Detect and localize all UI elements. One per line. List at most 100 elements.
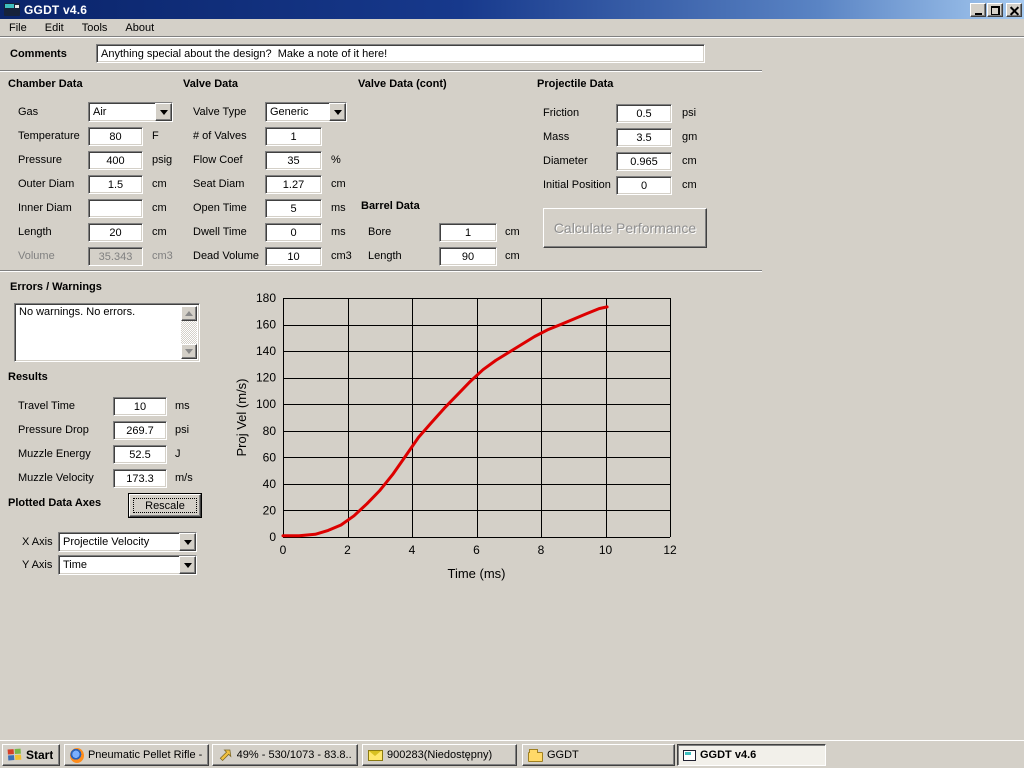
seat-diam-input[interactable] [265, 175, 322, 194]
valve-type-label: Valve Type [193, 106, 246, 118]
inner-diam-input[interactable] [88, 199, 143, 218]
svg-text:0: 0 [280, 543, 287, 557]
valve-type-value: Generic [266, 103, 329, 121]
y-axis-value: Time [59, 556, 179, 574]
valve-data-header: Valve Data [183, 78, 238, 90]
valve-type-dropdown-button[interactable] [329, 103, 346, 121]
dwell-time-input[interactable] [265, 223, 322, 242]
gas-select[interactable]: Air [88, 102, 173, 122]
task-ggdt-active[interactable]: GGDT v4.6 [677, 744, 826, 766]
x-axis-dropdown-button[interactable] [179, 533, 196, 551]
svg-text:12: 12 [663, 543, 677, 557]
flow-coef-label: Flow Coef [193, 154, 243, 166]
task-label: Pneumatic Pellet Rifle -... [88, 749, 203, 761]
muzzle-energy-unit: J [175, 448, 181, 460]
diameter-input[interactable] [616, 152, 672, 171]
svg-text:0: 0 [269, 530, 276, 544]
velocity-time-chart: 024681012020406080100120140160180Time (m… [230, 285, 690, 585]
initial-position-label: Initial Position [543, 179, 611, 191]
bore-input[interactable] [439, 223, 497, 242]
download-icon [218, 748, 233, 763]
comments-label: Comments [10, 48, 67, 60]
mass-input[interactable] [616, 128, 672, 147]
x-axis-select[interactable]: Projectile Velocity [58, 532, 197, 552]
arrow-down-icon [185, 349, 193, 354]
num-valves-input[interactable] [265, 127, 322, 146]
svg-text:10: 10 [599, 543, 613, 557]
valve-type-select[interactable]: Generic [265, 102, 347, 122]
folder-icon [528, 752, 543, 762]
svg-text:2: 2 [344, 543, 351, 557]
svg-text:Time (ms): Time (ms) [447, 566, 505, 581]
barrel-length-label: Length [368, 250, 402, 262]
task-download-progress[interactable]: 49% - 530/1073 - 83.8... [212, 744, 358, 766]
calculate-performance-button[interactable]: Calculate Performance [543, 208, 707, 248]
svg-text:180: 180 [256, 291, 276, 305]
chevron-down-icon [184, 540, 192, 545]
projectile-data-header: Projectile Data [537, 78, 613, 90]
outer-diam-unit: cm [152, 178, 167, 190]
y-axis-select[interactable]: Time [58, 555, 197, 575]
scroll-up-button[interactable] [181, 306, 197, 321]
chamber-data-header: Chamber Data [8, 78, 83, 90]
barrel-data-header: Barrel Data [361, 200, 420, 212]
window-title: GGDT v4.6 [24, 3, 87, 17]
task-pneumatic-pellet-rifle[interactable]: Pneumatic Pellet Rifle -... [64, 744, 209, 766]
menu-about[interactable]: About [116, 20, 163, 36]
comments-input[interactable] [96, 44, 705, 63]
close-button[interactable] [1006, 3, 1022, 17]
task-messenger[interactable]: 900283(Niedostępny) [362, 744, 517, 766]
chevron-down-icon [334, 110, 342, 115]
open-time-input[interactable] [265, 199, 322, 218]
initial-position-input[interactable] [616, 176, 672, 195]
chevron-down-icon [160, 110, 168, 115]
friction-unit: psi [682, 107, 696, 119]
errors-warnings-box[interactable]: No warnings. No errors. [14, 303, 200, 362]
inner-diam-unit: cm [152, 202, 167, 214]
restore-button[interactable] [987, 3, 1003, 17]
volume-output [88, 247, 143, 266]
dwell-time-unit: ms [331, 226, 346, 238]
pressure-input[interactable] [88, 151, 143, 170]
start-button[interactable]: Start [2, 744, 60, 766]
task-ggdt-folder[interactable]: GGDT [522, 744, 675, 766]
pressure-unit: psig [152, 154, 172, 166]
errors-scrollbar[interactable] [181, 306, 197, 359]
task-label: GGDT v4.6 [700, 749, 756, 761]
rescale-button[interactable]: Rescale [128, 493, 202, 518]
dead-volume-input[interactable] [265, 247, 322, 266]
pressure-drop-output [113, 421, 167, 440]
minimize-button[interactable] [970, 3, 986, 17]
temperature-label: Temperature [18, 130, 80, 142]
muzzle-velocity-output [113, 469, 167, 488]
y-axis-dropdown-button[interactable] [179, 556, 196, 574]
flow-coef-input[interactable] [265, 151, 322, 170]
taskbar: Start Pneumatic Pellet Rifle -... 49% - … [0, 740, 1024, 768]
barrel-length-input[interactable] [439, 247, 497, 266]
pressure-drop-unit: psi [175, 424, 189, 436]
y-axis-label: Y Axis [22, 559, 52, 571]
dead-volume-label: Dead Volume [193, 250, 259, 262]
flow-coef-unit: % [331, 154, 341, 166]
x-axis-value: Projectile Velocity [59, 533, 179, 551]
travel-time-output [113, 397, 167, 416]
outer-diam-input[interactable] [88, 175, 143, 194]
travel-time-label: Travel Time [18, 400, 75, 412]
separator [0, 70, 762, 72]
temperature-input[interactable] [88, 127, 143, 146]
menu-edit[interactable]: Edit [36, 20, 73, 36]
ggdt-app-icon [683, 750, 696, 761]
separator [0, 270, 762, 272]
svg-text:40: 40 [263, 477, 277, 491]
valve-data-cont-header: Valve Data (cont) [358, 78, 447, 90]
gas-label: Gas [18, 106, 38, 118]
scroll-down-button[interactable] [181, 344, 197, 359]
menu-file[interactable]: File [0, 20, 36, 36]
diameter-label: Diameter [543, 155, 588, 167]
gas-dropdown-button[interactable] [155, 103, 172, 121]
menu-tools[interactable]: Tools [73, 20, 117, 36]
friction-input[interactable] [616, 104, 672, 123]
chamber-length-input[interactable] [88, 223, 143, 242]
svg-text:Proj Vel (m/s): Proj Vel (m/s) [234, 378, 249, 456]
inner-diam-label: Inner Diam [18, 202, 72, 214]
